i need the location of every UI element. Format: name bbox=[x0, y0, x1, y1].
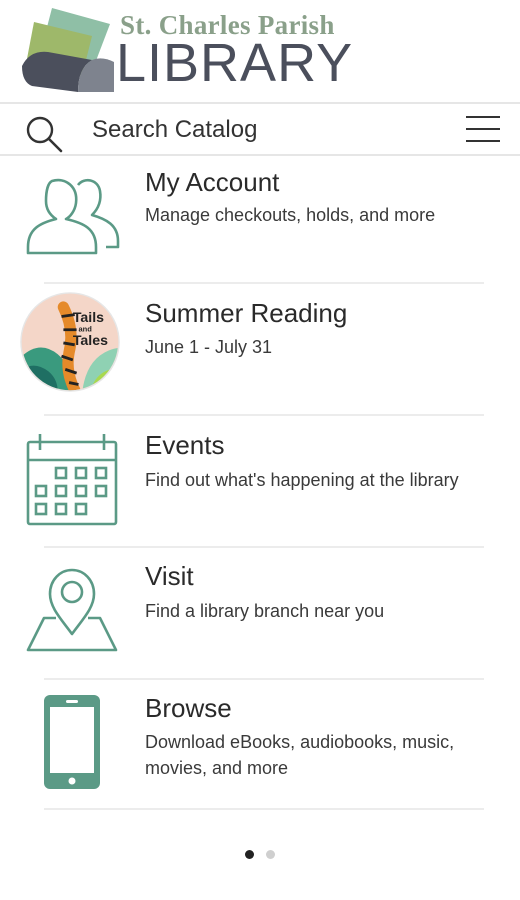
menu-item-visit[interactable]: Visit Find a library branch near you bbox=[0, 553, 520, 679]
visit-subtitle: Find a library branch near you bbox=[145, 601, 385, 621]
summer-reading-title: Summer Reading bbox=[145, 298, 348, 328]
divider bbox=[44, 414, 484, 416]
svg-text:Tales: Tales bbox=[73, 332, 108, 348]
search-icon[interactable] bbox=[24, 114, 64, 154]
divider bbox=[44, 546, 484, 548]
page-indicator bbox=[0, 850, 520, 866]
events-title: Events bbox=[145, 430, 225, 460]
menu-item-events[interactable]: Events Find out what's happening at the … bbox=[0, 422, 520, 548]
divider bbox=[44, 282, 484, 284]
search-input[interactable] bbox=[92, 114, 432, 146]
browse-subtitle: Download eBooks, audiobooks, music, movi… bbox=[145, 732, 455, 778]
divider bbox=[44, 808, 484, 810]
library-logo-icon bbox=[22, 8, 114, 92]
my-account-subtitle: Manage checkouts, holds, and more bbox=[145, 205, 436, 225]
menu-item-browse[interactable]: Browse Download eBooks, audiobooks, musi… bbox=[0, 685, 520, 811]
logo-line2: LIBRARY bbox=[116, 33, 354, 93]
map-pin-icon bbox=[26, 568, 118, 652]
summer-reading-badge: Tails and Tales bbox=[20, 292, 120, 392]
menu-item-my-account[interactable]: My Account Manage checkouts, holds, and … bbox=[0, 160, 520, 286]
svg-text:Tails: Tails bbox=[73, 309, 104, 325]
browse-title: Browse bbox=[145, 693, 232, 723]
summer-reading-subtitle: June 1 - July 31 bbox=[145, 337, 273, 357]
events-subtitle: Find out what's happening at the library bbox=[145, 470, 459, 490]
phone-icon bbox=[44, 695, 100, 789]
users-icon bbox=[26, 178, 120, 255]
visit-title: Visit bbox=[145, 561, 194, 591]
menu-item-summer-reading[interactable]: Tails and Tales Summer Reading June 1 - … bbox=[0, 288, 520, 414]
calendar-icon bbox=[26, 434, 118, 526]
app-header: St. Charles Parish LIBRARY bbox=[0, 0, 520, 100]
my-account-title: My Account bbox=[145, 167, 280, 197]
hamburger-menu-icon[interactable] bbox=[466, 112, 500, 146]
divider bbox=[44, 678, 484, 680]
search-bar bbox=[0, 102, 520, 156]
page-dot-active[interactable] bbox=[245, 850, 254, 859]
page-dot[interactable] bbox=[266, 850, 275, 859]
